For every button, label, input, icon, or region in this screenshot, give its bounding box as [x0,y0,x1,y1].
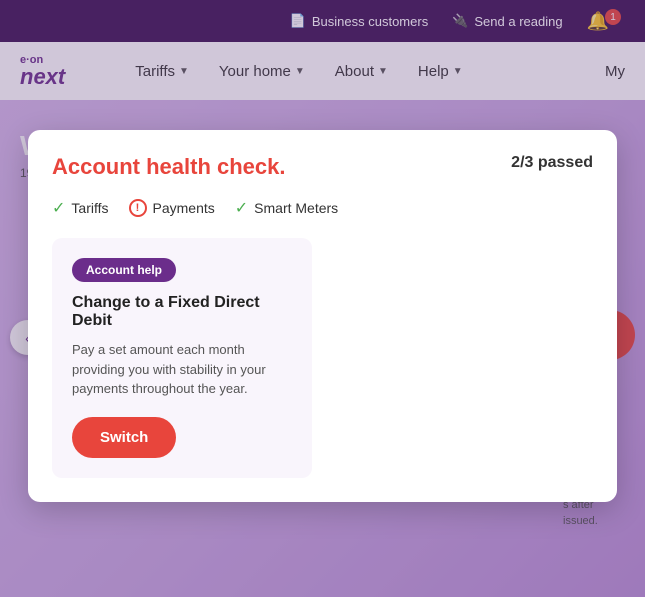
check-smart-meters-icon: ✓ [235,198,248,218]
switch-button[interactable]: Switch [72,417,176,458]
check-smart-meters: ✓ Smart Meters [235,198,338,218]
check-payments-label: Payments [153,200,215,216]
health-check-modal: Account health check. 2/3 passed ✓ Tarif… [28,130,617,502]
account-help-badge: Account help [72,258,176,282]
modal-title: Account health check. [52,154,286,180]
check-payments: ! Payments [129,199,215,217]
check-tariffs-icon: ✓ [52,198,65,218]
check-payments-icon: ! [129,199,147,217]
card-description: Pay a set amount each month providing yo… [72,340,292,399]
check-tariffs: ✓ Tariffs [52,198,109,218]
check-items: ✓ Tariffs ! Payments ✓ Smart Meters [52,198,593,218]
card-title: Change to a Fixed Direct Debit [72,294,292,330]
modal-header: Account health check. 2/3 passed [52,154,593,180]
help-card: Account help Change to a Fixed Direct De… [52,238,312,478]
passed-badge: 2/3 passed [511,154,593,172]
check-smart-meters-label: Smart Meters [254,200,338,216]
check-tariffs-label: Tariffs [71,200,108,216]
